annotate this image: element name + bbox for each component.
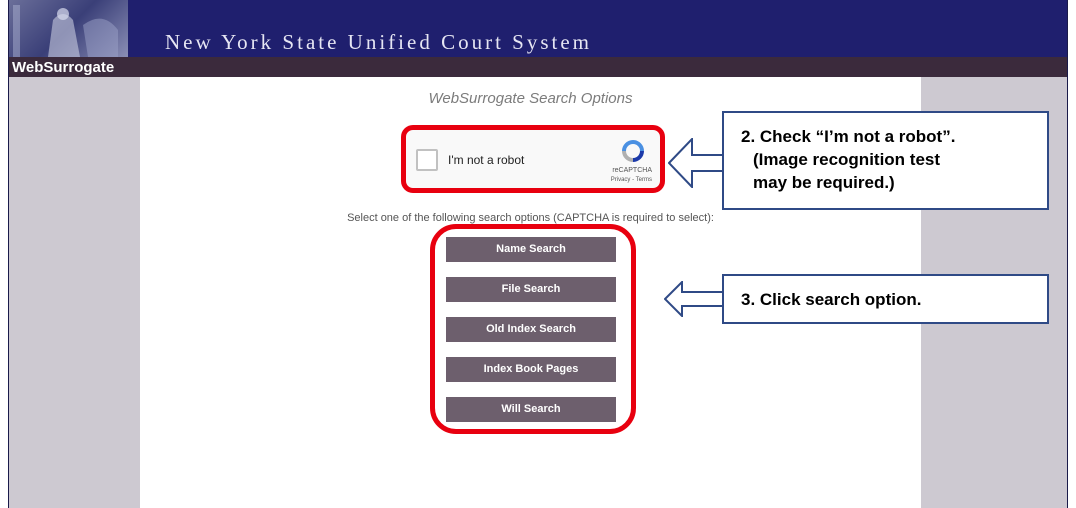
step3-callout: 3. Click search option. [722,274,1049,324]
step2-line1: 2. Check “I’m not a robot”. [741,127,956,146]
page-title: WebSurrogate Search Options [428,90,633,107]
search-instruction: Select one of the following search optio… [347,212,714,224]
buttons-highlight [430,224,636,434]
step3-text: 3. Click search option. [741,290,922,309]
step2-line2: (Image recognition test [753,150,941,169]
step2-callout: 2. Check “I’m not a robot”. (Image recog… [722,111,1049,210]
arrow-left-icon [668,138,724,188]
captcha-highlight [401,125,665,193]
step2-line3: may be required.) [753,173,895,192]
arrow-left-icon [664,281,724,317]
